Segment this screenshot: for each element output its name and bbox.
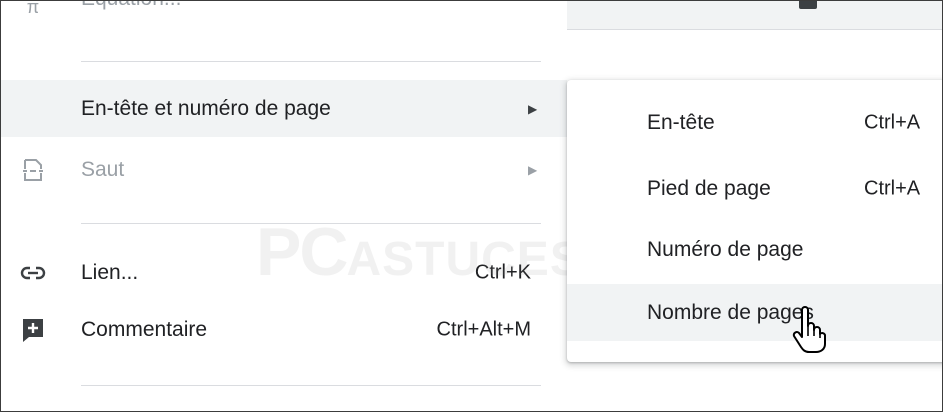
menu-divider bbox=[81, 223, 541, 224]
menu-item-equation[interactable]: π Équation... bbox=[1, 1, 567, 58]
submenu-item-page-number[interactable]: Numéro de page bbox=[567, 221, 942, 278]
submenu-item-shortcut: Ctrl+A bbox=[864, 111, 921, 133]
submenu-arrow-icon: ▶ bbox=[528, 101, 538, 116]
submenu-item-label: Nombre de pages bbox=[647, 300, 814, 324]
insert-menu: π Équation... En-tête et numéro de page … bbox=[1, 1, 567, 411]
link-icon bbox=[19, 259, 47, 287]
menu-item-link[interactable]: Lien... Ctrl+K bbox=[1, 244, 567, 301]
app-window: π Équation... En-tête et numéro de page … bbox=[0, 0, 943, 412]
submenu-item-label: Pied de page bbox=[647, 176, 771, 200]
menu-item-label: Saut bbox=[81, 157, 125, 181]
comment-add-icon bbox=[19, 316, 47, 344]
submenu-item-header[interactable]: En-tête Ctrl+A bbox=[567, 94, 942, 151]
menu-item-label: Commentaire bbox=[81, 317, 208, 341]
menu-item-comment[interactable]: Commentaire Ctrl+Alt+M bbox=[1, 301, 567, 358]
menu-item-break[interactable]: Saut ▶ bbox=[1, 141, 567, 198]
menu-item-header-page-number[interactable]: En-tête et numéro de page ▶ bbox=[1, 80, 567, 137]
toolbar-icon[interactable] bbox=[799, 1, 817, 9]
menu-item-label: En-tête et numéro de page bbox=[81, 96, 331, 120]
menu-item-label: Lien... bbox=[81, 260, 139, 284]
submenu-item-shortcut: Ctrl+A bbox=[864, 177, 921, 199]
document-toolbar bbox=[567, 1, 942, 30]
submenu-item-footer[interactable]: Pied de page Ctrl+A bbox=[567, 160, 942, 217]
hand-cursor-icon bbox=[792, 306, 826, 353]
menu-divider bbox=[81, 61, 541, 62]
menu-item-shortcut: Ctrl+K bbox=[474, 261, 531, 283]
menu-item-shortcut: Ctrl+Alt+M bbox=[436, 318, 531, 340]
equation-icon: π bbox=[26, 0, 40, 17]
header-page-number-submenu: En-tête Ctrl+A Pied de page Ctrl+A Numér… bbox=[567, 80, 942, 362]
submenu-item-page-count[interactable]: Nombre de pages bbox=[567, 284, 942, 341]
submenu-item-label: En-tête bbox=[647, 110, 715, 134]
menu-divider bbox=[81, 385, 541, 386]
page-break-icon bbox=[19, 156, 47, 184]
submenu-arrow-icon: ▶ bbox=[528, 162, 538, 177]
submenu-item-label: Numéro de page bbox=[647, 237, 804, 261]
menu-item-label: Équation... bbox=[81, 1, 181, 11]
